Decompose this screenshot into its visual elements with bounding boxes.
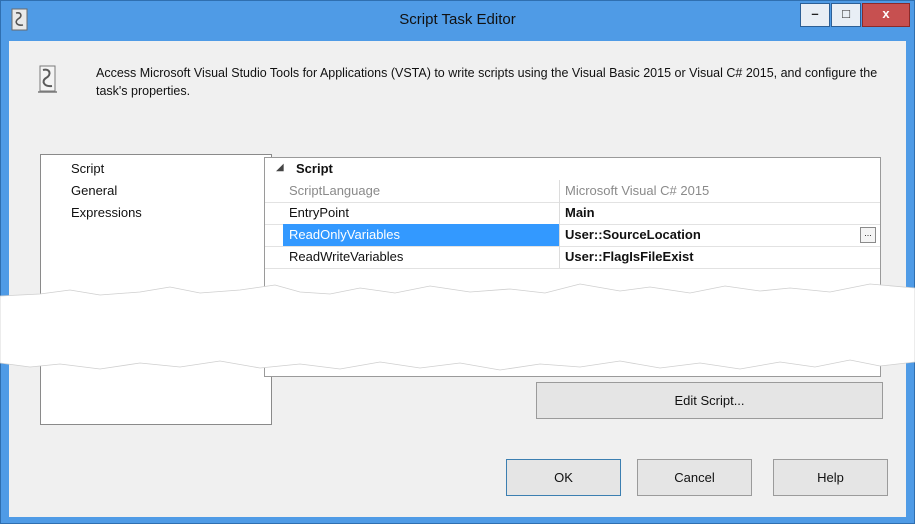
property-value[interactable]: User::SourceLocation bbox=[565, 227, 701, 242]
property-name: ReadWriteVariables bbox=[289, 249, 404, 264]
column-divider bbox=[559, 180, 560, 202]
column-divider bbox=[559, 202, 560, 224]
column-divider bbox=[559, 246, 560, 268]
window-title: Script Task Editor bbox=[399, 11, 516, 28]
cancel-button[interactable]: Cancel bbox=[637, 459, 752, 496]
property-name: EntryPoint bbox=[289, 205, 349, 220]
title-bar[interactable]: Script Task Editor – □ x bbox=[1, 1, 914, 41]
property-value: Microsoft Visual C# 2015 bbox=[565, 183, 710, 198]
property-value[interactable]: User::FlagIsFileExist bbox=[565, 249, 694, 264]
collapse-arrow-icon[interactable]: ◢ bbox=[276, 162, 284, 173]
property-value[interactable]: Main bbox=[565, 205, 595, 220]
dialog-description: Access Microsoft Visual Studio Tools for… bbox=[96, 66, 878, 98]
nav-item-general[interactable]: General bbox=[71, 183, 117, 198]
category-label: Script bbox=[296, 161, 333, 176]
property-row-entrypoint[interactable]: EntryPoint Main bbox=[265, 202, 880, 225]
ellipsis-button[interactable]: ... bbox=[860, 227, 876, 243]
property-row-readwritevariables[interactable]: ReadWriteVariables User::FlagIsFileExist bbox=[265, 246, 880, 269]
script-icon bbox=[38, 65, 57, 93]
property-name: ScriptLanguage bbox=[289, 183, 381, 198]
help-button[interactable]: Help bbox=[773, 459, 888, 496]
close-button[interactable]: x bbox=[862, 3, 910, 27]
nav-item-expressions[interactable]: Expressions bbox=[71, 205, 142, 220]
script-task-editor-window: Script Task Editor – □ x Access Microsof… bbox=[0, 0, 915, 524]
column-divider bbox=[559, 224, 560, 246]
minimize-button[interactable]: – bbox=[800, 3, 830, 27]
nav-item-script[interactable]: Script bbox=[71, 161, 104, 176]
property-name: ReadOnlyVariables bbox=[289, 227, 401, 242]
property-row-scriptlanguage[interactable]: ScriptLanguage Microsoft Visual C# 2015 bbox=[265, 180, 880, 203]
ok-button[interactable]: OK bbox=[506, 459, 621, 496]
maximize-button[interactable]: □ bbox=[831, 3, 861, 27]
property-category-script[interactable]: ◢ Script bbox=[265, 158, 880, 180]
torn-edge-break bbox=[0, 283, 915, 371]
property-row-readonlyvariables[interactable]: ReadOnlyVariables User::SourceLocation .… bbox=[265, 224, 880, 247]
